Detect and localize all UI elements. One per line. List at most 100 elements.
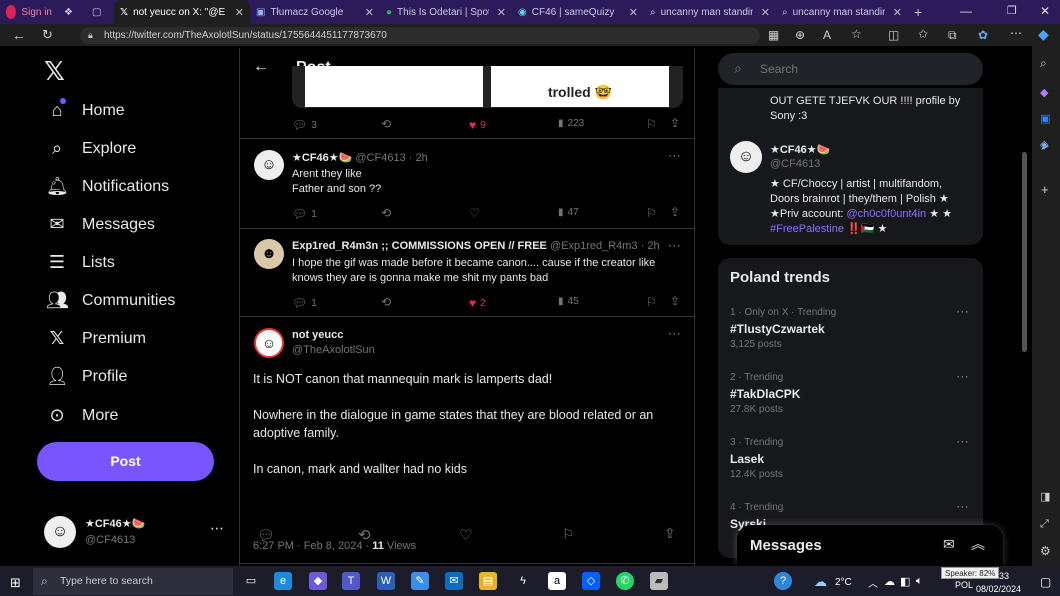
messages-drawer[interactable]: Messages ✉ ︽ (737, 525, 1003, 566)
close-tab-icon[interactable]: ✕ (235, 6, 244, 19)
more-dots-icon[interactable]: ⋯ (668, 148, 681, 164)
tab-spotify[interactable]: ● This Is Odetari | Spotify ✕ (380, 0, 512, 24)
close-window-icon[interactable]: ✕ (1040, 4, 1050, 18)
mail-taskbar-icon[interactable]: ✉ (445, 572, 463, 590)
profile-handle[interactable]: @CF4613 (770, 158, 820, 170)
collections-icon[interactable]: ⧉ (948, 28, 957, 43)
url-field[interactable]: 🔒︎ https://twitter.com/TheAxolotlSun/sta… (80, 27, 760, 44)
windows-start-icon[interactable]: ⊞ (10, 575, 21, 591)
reply-button[interactable]: 💬︎ 1 (292, 296, 317, 310)
taskbar-search[interactable]: ⌕ Type here to search (33, 568, 233, 595)
send-sidebar-icon[interactable]: ➤ (1040, 140, 1049, 153)
profile-name[interactable]: ★CF46★🍉 (770, 143, 830, 156)
media-image-left[interactable] (305, 66, 483, 107)
search-sidebar-icon[interactable]: ⌕ (1040, 56, 1047, 71)
account-switcher[interactable]: ☺ ★CF46★🍉 @CF4613 ⋯ (44, 514, 229, 554)
share-button[interactable]: ⇪ (670, 116, 680, 130)
profile-card[interactable]: OUT GETE TJEFVK OUR !!!! profile by Sony… (718, 88, 983, 245)
paint-taskbar-icon[interactable]: ✎ (411, 572, 429, 590)
scroll-thumb[interactable] (1022, 152, 1027, 352)
hashtag-link[interactable]: #FreePalestine (770, 223, 844, 235)
new-message-icon[interactable]: ✉ (943, 536, 955, 553)
tab-uncanny-2[interactable]: ⌕ uncanny man standing ✕ (776, 0, 908, 24)
tab-actions-icon[interactable]: ▢ (86, 0, 114, 24)
bookmark-button[interactable]: ⚐ (646, 117, 657, 131)
repost-button[interactable]: ⟲ (381, 206, 391, 220)
clock-date[interactable]: 08/02/2024 (976, 584, 1021, 594)
more-dots-icon[interactable]: ⋯ (956, 369, 969, 385)
avatar[interactable]: ☺ (254, 328, 284, 358)
repost-button[interactable]: ⟲ (381, 117, 391, 131)
clock-time[interactable]: 33 (999, 571, 1009, 581)
reply-button[interactable]: 💬︎ 3 (292, 118, 317, 132)
split-screen-icon[interactable]: ◫ (888, 28, 899, 42)
like-button[interactable]: ♡ (459, 526, 472, 544)
post-timestamp[interactable]: 6:27 PM · Feb 8, 2024 · 11 Views (253, 540, 416, 552)
task-view-icon[interactable]: ▭ (242, 572, 260, 590)
mention-link[interactable]: @ch0c0f0unt4in (847, 208, 927, 220)
nav-explore[interactable]: ⌕ Explore (46, 138, 136, 159)
more-dots-icon[interactable]: ⋯ (956, 304, 969, 320)
share-button[interactable]: ⇪ (670, 205, 680, 219)
reply-button[interactable]: 💬︎ 1 (292, 207, 317, 221)
author-name[interactable]: ★CF46★🍉 (292, 152, 352, 164)
more-dots-icon[interactable]: ⋯ (668, 326, 681, 342)
word-taskbar-icon[interactable]: W (377, 572, 395, 590)
close-tab-icon[interactable]: ✕ (365, 6, 374, 19)
nav-home[interactable]: ⌂ Home (46, 98, 125, 121)
edge-taskbar-icon[interactable]: e (274, 572, 292, 590)
zoom-icon[interactable]: ⊕ (795, 28, 805, 42)
app2-taskbar-icon[interactable]: ▰ (650, 572, 668, 590)
page-scrollbar[interactable] (1021, 52, 1028, 562)
copilot-icon[interactable]: ◆ (1038, 26, 1049, 43)
more-options-icon[interactable]: ⋯ (1010, 26, 1022, 40)
media-grid[interactable]: trolled 🤓 (292, 66, 683, 108)
language-indicator[interactable]: POL (955, 580, 973, 590)
more-dots-icon[interactable]: ⋯ (956, 499, 969, 515)
share-button[interactable]: ⇪ (670, 294, 680, 308)
bookmark-button[interactable]: ⚐ (646, 206, 657, 220)
author-handle[interactable]: @CF4613 · 2h (355, 152, 427, 164)
read-aloud-icon[interactable]: A (823, 28, 831, 42)
trend-item[interactable]: 1 · Only on X · Trending #TlustyCzwartek… (718, 304, 983, 364)
file-explorer-taskbar-icon[interactable]: ▤ (479, 572, 497, 590)
more-dots-icon[interactable]: ⋯ (668, 238, 681, 254)
weather-icon[interactable]: ☁ (814, 574, 827, 590)
maximize-icon[interactable]: ❐ (1007, 4, 1017, 17)
more-dots-icon[interactable]: ⋯ (956, 434, 969, 450)
tab-samequizy[interactable]: ◉ CF46 | sameQuizy ✕ (512, 0, 644, 24)
nav-premium[interactable]: 𝕏 Premium (46, 328, 146, 349)
open-external-icon[interactable]: ⤢ (1040, 518, 1049, 531)
trend-item[interactable]: 2 · Trending #TakDlaCPK 27.8K posts ⋯ (718, 369, 983, 429)
weather-temp[interactable]: 2°C (835, 577, 852, 588)
share-button[interactable]: ⇪ (664, 525, 676, 542)
nav-communities[interactable]: 👥︎ Communities (46, 290, 175, 311)
tab-uncanny-1[interactable]: ⌕ uncanny man standing ✕ (644, 0, 776, 24)
author-handle[interactable]: @TheAxolotlSun (292, 344, 375, 356)
author-name[interactable]: Exp1red_R4m3n ;; COMMISSIONS OPEN // FRE… (292, 240, 547, 252)
search-box[interactable]: ⌕ (718, 53, 983, 85)
copilot-sidebar-icon[interactable]: ◆ (1040, 86, 1048, 99)
trend-item[interactable]: 3 · Trending Lasek 12.4K posts ⋯ (718, 434, 983, 494)
network-icon[interactable]: ◧ (900, 575, 910, 588)
nav-more[interactable]: ⊙ More (46, 405, 118, 426)
close-tab-icon[interactable]: ✕ (497, 6, 506, 19)
close-tab-icon[interactable]: ✕ (629, 6, 638, 19)
tab-sign-in[interactable]: Sign in (0, 0, 58, 24)
like-button[interactable]: ♥ 2 (469, 296, 486, 310)
bookmark-button[interactable]: ⚐ (562, 526, 575, 543)
help-taskbar-icon[interactable]: ? (774, 572, 792, 590)
whatsapp-taskbar-icon[interactable]: ✆ (616, 572, 634, 590)
views-button[interactable]: ▮ 223 (558, 118, 584, 129)
app-available-icon[interactable]: ▦ (768, 28, 779, 42)
speaker-icon[interactable]: 🔈︎ (916, 575, 923, 588)
close-tab-icon[interactable]: ✕ (761, 6, 770, 19)
winamp-taskbar-icon[interactable]: ϟ (514, 572, 532, 590)
avatar[interactable]: ☺ (730, 141, 762, 173)
nav-lists[interactable]: ☰ Lists (46, 252, 115, 273)
close-tab-icon[interactable]: ✕ (893, 6, 902, 19)
app-taskbar-icon[interactable]: ◆ (309, 572, 327, 590)
author-name[interactable]: not yeucc (292, 329, 343, 341)
new-tab-button[interactable]: + (908, 0, 932, 24)
settings-gear-icon[interactable]: ⚙ (1040, 544, 1051, 558)
